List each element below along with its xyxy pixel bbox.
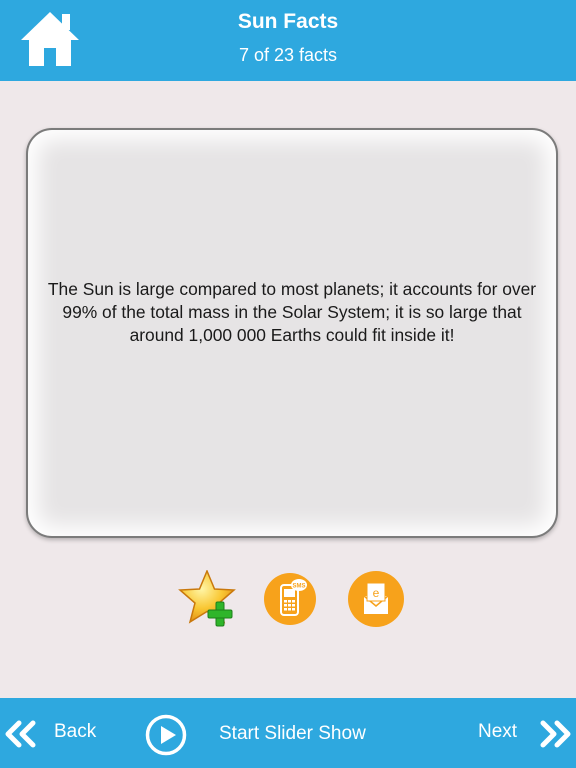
double-chevron-left-icon: [5, 720, 36, 748]
sms-phone-icon: SMS: [264, 573, 316, 625]
page-title: Sun Facts: [237, 10, 339, 33]
sms-icon-text: SMS: [292, 584, 305, 590]
add-favorite-button[interactable]: [178, 569, 240, 630]
play-circle-icon: [145, 714, 187, 756]
slider-show-label: Start Slider Show: [219, 723, 366, 744]
email-share-button[interactable]: e: [347, 570, 405, 628]
footer-bar: Back Start Slider Show Next: [0, 698, 576, 768]
header-bar: Sun Facts 7 of 23 facts: [0, 0, 576, 81]
fact-text: The Sun is large compared to most planet…: [47, 279, 537, 345]
next-button[interactable]: Next: [470, 712, 576, 754]
start-slider-show-button[interactable]: Start Slider Show: [145, 712, 395, 756]
double-chevron-right-icon: [540, 720, 571, 748]
star-plus-icon: [178, 569, 236, 627]
back-label: Back: [54, 721, 97, 742]
action-bar: SMS e: [0, 569, 576, 630]
next-label: Next: [478, 721, 518, 742]
back-button[interactable]: Back: [0, 712, 110, 754]
fact-card: The Sun is large compared to most planet…: [26, 128, 558, 538]
email-icon: e: [348, 571, 404, 627]
sms-share-button[interactable]: SMS: [263, 572, 317, 626]
fact-counter: 7 of 23 facts: [238, 45, 338, 65]
email-icon-text: e: [373, 586, 380, 600]
